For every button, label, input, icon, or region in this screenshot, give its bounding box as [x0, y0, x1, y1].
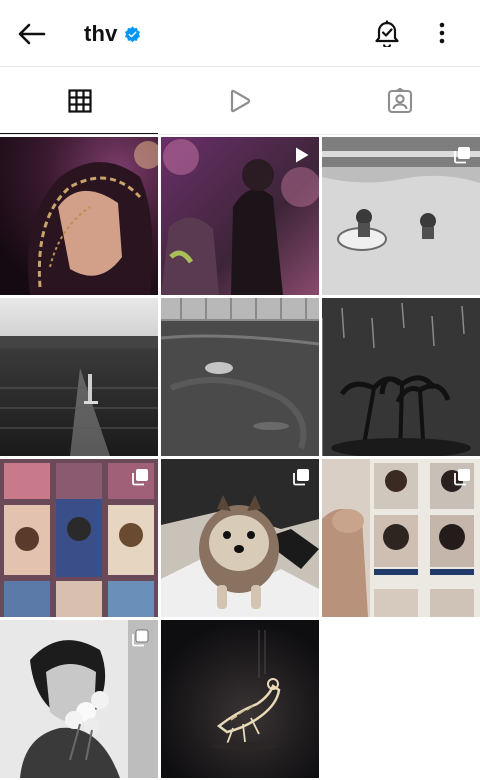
back-button[interactable]	[14, 18, 50, 50]
tagged-person-icon	[387, 88, 413, 114]
profile-title: thv	[84, 18, 141, 50]
profile-header: thv	[0, 0, 480, 66]
carousel-icon	[132, 629, 149, 647]
post-image	[0, 137, 158, 295]
post-thumbnail[interactable]	[322, 459, 480, 617]
grid-icon	[68, 89, 92, 113]
carousel-icon	[132, 469, 148, 486]
post-thumbnail[interactable]	[0, 459, 158, 617]
post-thumbnail[interactable]	[322, 137, 480, 295]
post-thumbnail[interactable]	[0, 298, 158, 456]
post-image	[0, 298, 158, 456]
post-image	[161, 620, 319, 778]
post-thumbnail[interactable]	[161, 459, 319, 617]
carousel-icon	[454, 147, 470, 164]
profile-tabs	[0, 67, 480, 135]
carousel-icon	[293, 469, 309, 486]
post-thumbnail[interactable]	[161, 620, 319, 778]
bell-check-icon	[375, 20, 399, 47]
post-thumbnail[interactable]	[0, 620, 158, 778]
post-image	[161, 298, 319, 456]
post-thumbnail[interactable]	[161, 298, 319, 456]
verified-badge-icon	[124, 25, 141, 43]
more-vertical-icon	[439, 22, 445, 44]
username: thv	[84, 21, 118, 46]
tab-tagged[interactable]	[320, 67, 480, 135]
post-image	[322, 298, 480, 456]
arrow-left-icon	[18, 23, 46, 45]
tab-reels[interactable]	[160, 67, 320, 135]
tab-posts[interactable]	[0, 67, 160, 135]
reel-icon	[296, 147, 309, 163]
tabs-divider	[0, 134, 480, 135]
more-options-button[interactable]	[428, 16, 456, 50]
carousel-icon	[454, 469, 470, 486]
post-thumbnail[interactable]	[161, 137, 319, 295]
post-thumbnail[interactable]	[0, 137, 158, 295]
post-thumbnail[interactable]	[322, 298, 480, 456]
notifications-button[interactable]	[370, 16, 404, 50]
play-icon	[230, 89, 251, 113]
